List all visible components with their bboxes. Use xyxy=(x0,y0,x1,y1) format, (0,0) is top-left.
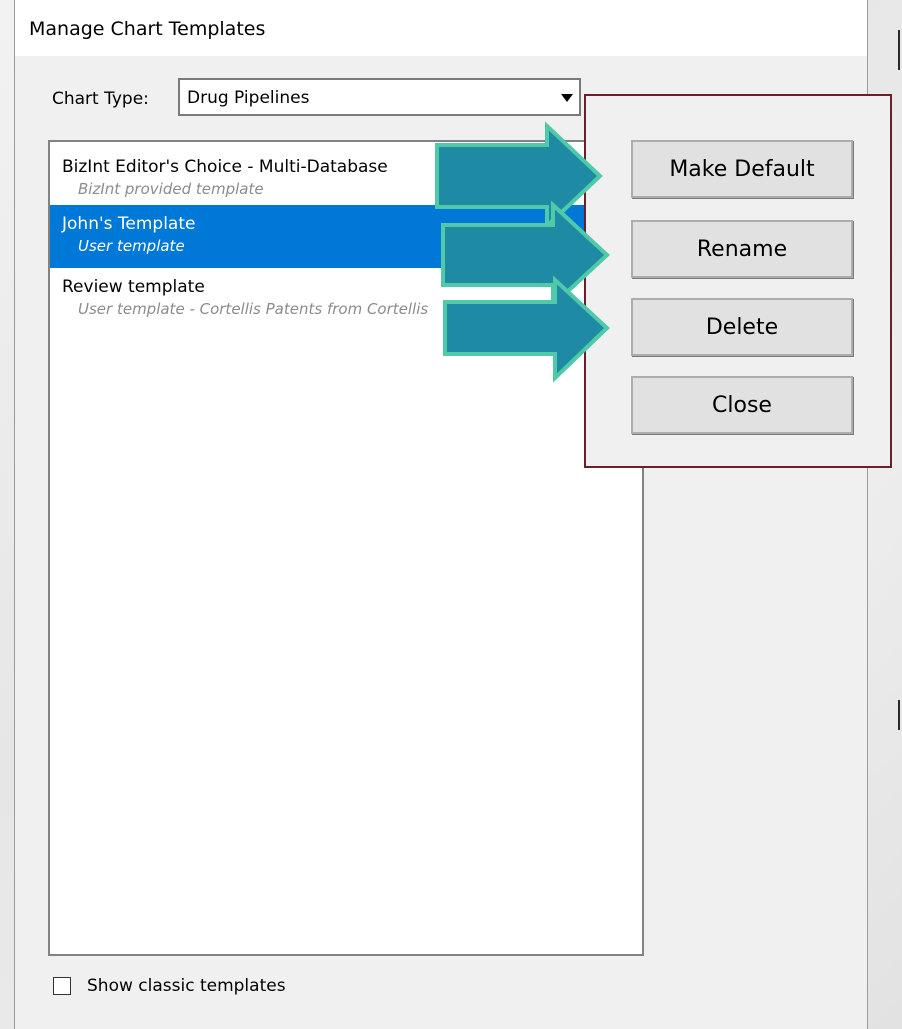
arrow-right-icon xyxy=(441,200,610,310)
arrow-right-icon xyxy=(435,121,603,231)
arrow-right-icon xyxy=(443,275,610,383)
callout-arrows xyxy=(435,121,610,383)
